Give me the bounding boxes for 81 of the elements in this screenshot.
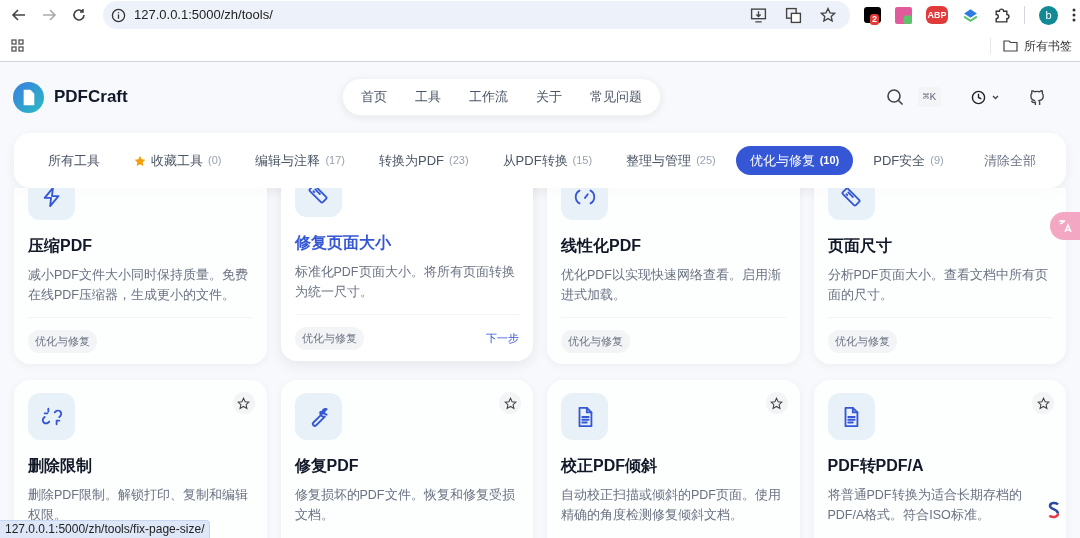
- tool-card[interactable]: 页面尺寸 分析PDF页面大小。查看文档中所有页面的尺寸。 优化与修复: [813, 188, 1066, 364]
- tool-card[interactable]: PDF转PDF/A 将普通PDF转换为适合长期存档的PDF/A格式。符合ISO标准。: [813, 380, 1066, 538]
- bookmark-star-icon[interactable]: [820, 7, 836, 23]
- nav-link[interactable]: 关于: [524, 87, 574, 107]
- tool-title: PDF转PDF/A: [827, 456, 925, 476]
- clear-all-button[interactable]: 清除全部: [984, 150, 1036, 171]
- category-tag: 优化与修复: [561, 330, 630, 353]
- info-icon[interactable]: [111, 7, 126, 23]
- category-tag: 优化与修复: [28, 330, 97, 353]
- logo-icon[interactable]: [13, 81, 44, 113]
- tool-description: 自动校正扫描或倾斜的PDF页面。使用精确的角度检测修复倾斜文档。: [561, 487, 782, 524]
- tool-card[interactable]: 修复页面大小 标准化PDF页面大小。将所有页面转换为统一尺寸。 优化与修复 下一步: [280, 188, 533, 361]
- tool-description: 减小PDF文件大小同时保持质量。免费在线PDF压缩器，生成更小的文件。: [28, 267, 249, 304]
- tool-title: 压缩PDF: [28, 236, 93, 256]
- star-icon: [503, 396, 517, 410]
- address-bar[interactable]: 127.0.0.1:5000/zh/tools/: [103, 1, 850, 29]
- favorite-button[interactable]: [1032, 392, 1054, 414]
- folder-icon: [1003, 39, 1018, 52]
- extension-icon[interactable]: 2: [864, 7, 881, 23]
- link-preview: 127.0.0.1:5000/zh/tools/fix-page-size/: [0, 520, 211, 538]
- tool-description: 修复损坏的PDF文件。恢复和修复受损文档。: [294, 487, 516, 524]
- brand-name[interactable]: PDFCraft: [54, 84, 128, 110]
- filter-tab[interactable]: 整理与管理 (25): [612, 146, 730, 175]
- reload-icon[interactable]: [71, 7, 87, 23]
- category-tag: 优化与修复: [294, 327, 364, 350]
- tool-description: 分析PDF页面大小。查看文档中所有页面的尺寸。: [827, 267, 1049, 304]
- nav-link[interactable]: 工作流: [457, 87, 520, 107]
- shortcut-hint: ⌘K: [917, 86, 941, 108]
- tool-card[interactable]: 校正PDF倾斜 自动校正扫描或倾斜的PDF页面。使用精确的角度检测修复倾斜文档。: [547, 380, 800, 538]
- extension-icon[interactable]: [895, 6, 912, 24]
- nav-link[interactable]: 首页: [349, 87, 399, 107]
- filter-tab[interactable]: 收藏工具 (0): [120, 146, 236, 175]
- notification-badge: 2: [870, 14, 879, 25]
- apps-icon[interactable]: [11, 39, 24, 52]
- filter-tab[interactable]: 所有工具: [34, 146, 114, 175]
- url-text: 127.0.0.1:5000/zh/tools/: [134, 6, 273, 25]
- category-tag: 优化与修复: [827, 330, 897, 353]
- nav-link[interactable]: 常见问题: [578, 87, 654, 107]
- filter-tab[interactable]: PDF安全 (9): [859, 146, 958, 175]
- install-icon[interactable]: [750, 6, 767, 24]
- favorite-button[interactable]: [232, 392, 255, 414]
- caret-icon: [992, 94, 999, 100]
- tool-title: 修复页面大小: [294, 233, 392, 253]
- favorite-button[interactable]: [499, 392, 521, 414]
- tool-description: 优化PDF以实现快速网络查看。启用渐进式加载。: [561, 267, 782, 304]
- tool-title: 修复PDF: [294, 456, 360, 476]
- tool-description: 将普通PDF转换为适合长期存档的PDF/A格式。符合ISO标准。: [827, 487, 1023, 524]
- tool-card[interactable]: 线性化PDF 优化PDF以实现快速网络查看。启用渐进式加载。 优化与修复: [547, 188, 800, 364]
- star-icon: [134, 154, 146, 167]
- tool-title: 页面尺寸: [827, 236, 893, 256]
- adblock-icon[interactable]: ABP: [926, 6, 948, 24]
- star-icon: [1036, 396, 1050, 410]
- logo-icon[interactable]: [1048, 501, 1060, 519]
- filter-tab[interactable]: 优化与修复 (10): [735, 146, 854, 175]
- next-step-link[interactable]: 下一步: [486, 330, 519, 347]
- star-icon: [770, 396, 783, 410]
- favorite-button[interactable]: [765, 392, 788, 414]
- tool-title: 线性化PDF: [561, 236, 642, 256]
- tool-description: 标准化PDF页面大小。将所有页面转换为统一尺寸。: [294, 264, 516, 301]
- profile-avatar[interactable]: b: [1039, 5, 1058, 25]
- search-icon[interactable]: [885, 88, 904, 106]
- broken-link-icon: [40, 405, 63, 428]
- puzzle-icon[interactable]: [993, 6, 1010, 24]
- tool-card[interactable]: 压缩PDF 减小PDF文件大小同时保持质量。免费在线PDF压缩器，生成更小的文件。 优化与修复: [14, 188, 267, 364]
- star-icon: [237, 396, 250, 410]
- history-button[interactable]: [971, 89, 999, 105]
- back-icon[interactable]: [11, 7, 27, 23]
- tool-card[interactable]: 修复PDF 修复损坏的PDF文件。恢复和修复受损文档。: [280, 380, 533, 538]
- menu-icon[interactable]: [1072, 7, 1076, 23]
- clock-icon: [971, 89, 986, 105]
- extension-icon[interactable]: [962, 6, 979, 24]
- filter-tab[interactable]: 转换为PDF (23): [365, 146, 483, 175]
- github-icon[interactable]: [1029, 88, 1046, 106]
- ruler-icon: [840, 188, 862, 208]
- nav-link[interactable]: 工具: [403, 87, 453, 107]
- tool-title: 校正PDF倾斜: [561, 456, 658, 476]
- ruler-icon: [307, 188, 329, 205]
- tool-title: 删除限制: [28, 456, 93, 476]
- filter-tab[interactable]: 编辑与注释 (17): [241, 146, 359, 175]
- filter-tab[interactable]: 从PDF转换 (15): [488, 146, 607, 175]
- bookmarks-folder[interactable]: 所有书签: [1003, 36, 1072, 55]
